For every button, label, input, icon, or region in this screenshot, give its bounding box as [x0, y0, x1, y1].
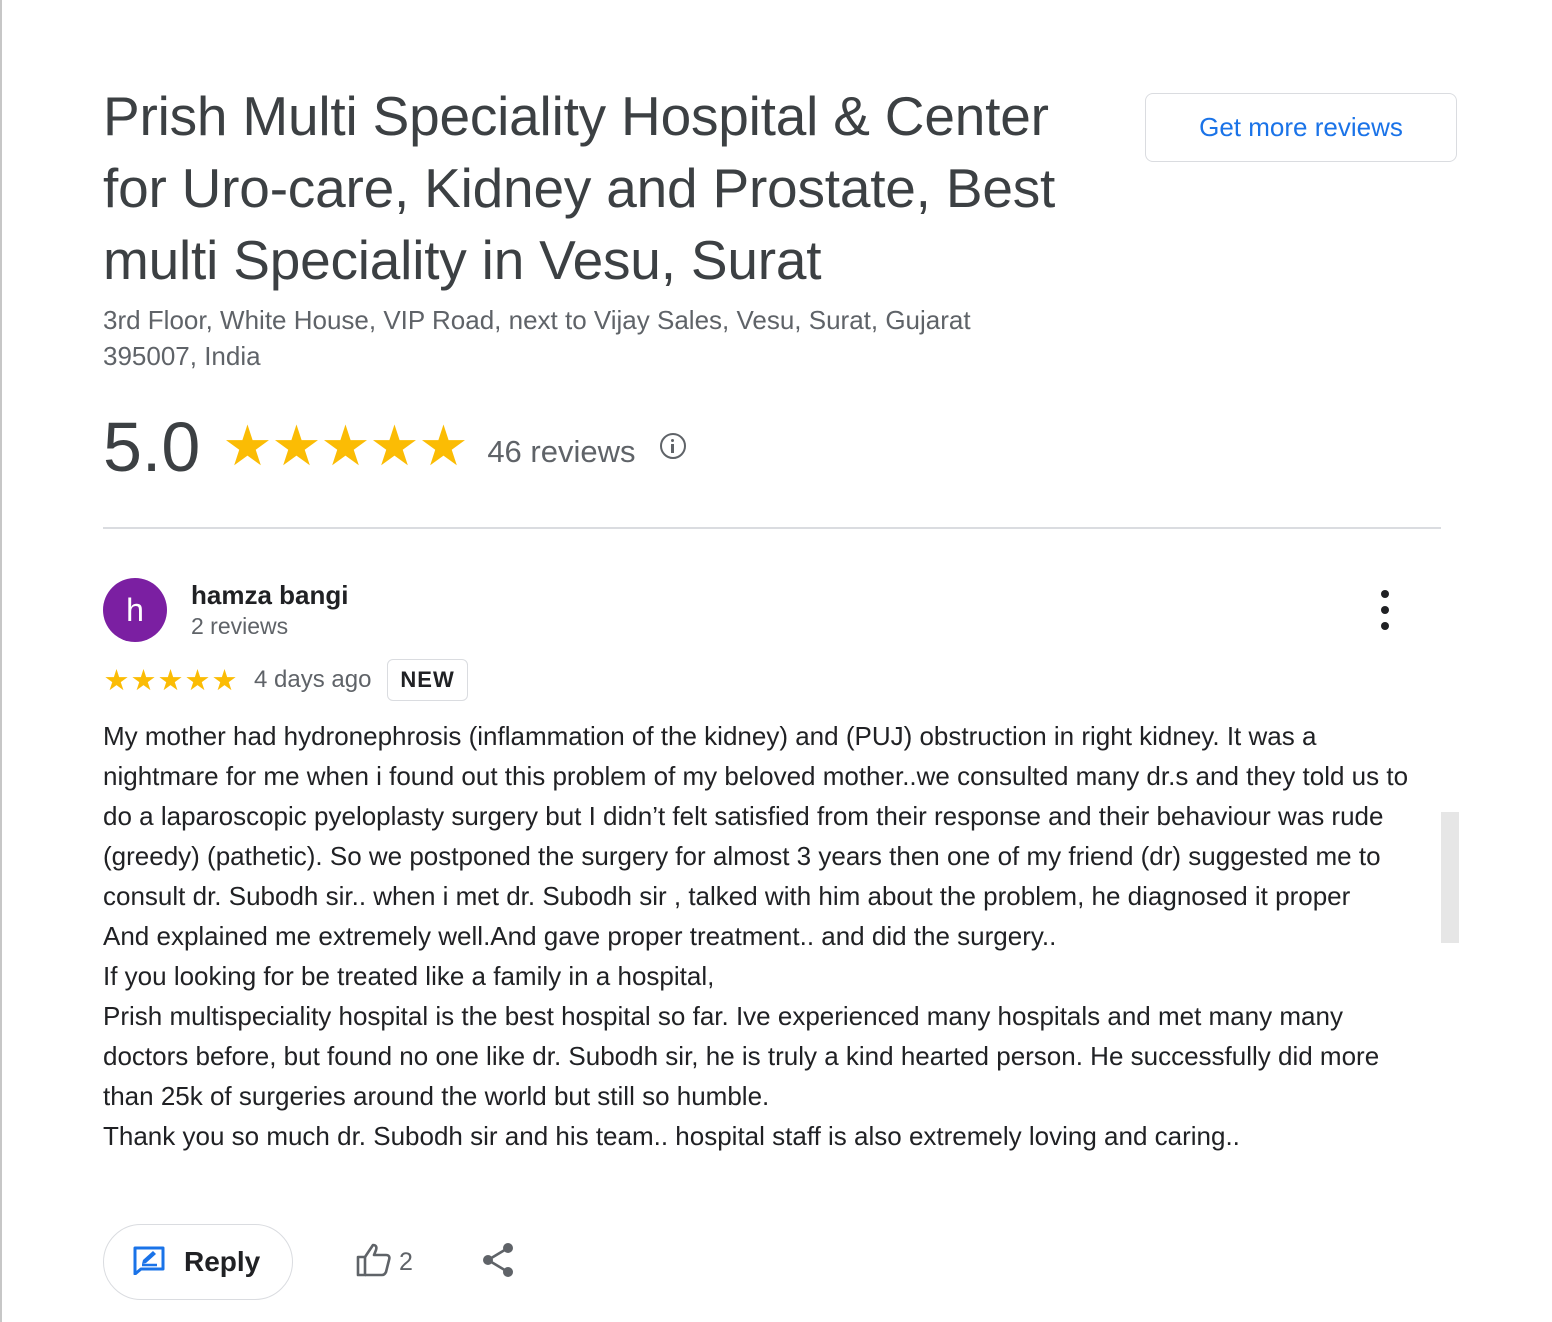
reviewer-row: h hamza bangi 2 reviews — [103, 578, 1423, 642]
like-count: 2 — [399, 1247, 413, 1276]
business-name: Prish Multi Speciality Hospital & Center… — [103, 85, 1056, 291]
review-actions: Reply 2 — [103, 1224, 515, 1300]
reply-label: Reply — [184, 1246, 261, 1277]
business-address: 3rd Floor, White House, VIP Road, next t… — [103, 305, 971, 371]
star-icon: ★ — [369, 414, 420, 479]
review-paragraph: If you looking for be treated like a fam… — [103, 961, 715, 991]
business-header: Prish Multi Speciality Hospital & Center… — [103, 80, 1113, 374]
divider — [103, 527, 1441, 529]
star-icon: ★ — [157, 663, 184, 697]
more-options-icon[interactable] — [1368, 590, 1402, 630]
review-card: h hamza bangi 2 reviews ★ ★ ★ ★ ★ 4 days… — [103, 578, 1423, 1156]
star-icon: ★ — [418, 414, 469, 479]
kebab-dot — [1381, 606, 1389, 614]
share-button[interactable] — [481, 1242, 515, 1283]
star-icon: ★ — [222, 414, 273, 479]
star-icon: ★ — [184, 663, 211, 697]
get-more-reviews-button[interactable]: Get more reviews — [1145, 93, 1457, 162]
star-icon: ★ — [271, 414, 322, 479]
reply-icon — [132, 1245, 166, 1280]
like-button[interactable]: 2 — [355, 1242, 413, 1283]
new-badge: NEW — [387, 659, 468, 701]
review-paragraph: Prish multispeciality hospital is the be… — [103, 1001, 1380, 1111]
info-icon[interactable] — [659, 433, 686, 459]
star-icon: ★ — [103, 663, 130, 697]
review-stars: ★ ★ ★ ★ ★ — [103, 664, 238, 696]
kebab-dot — [1381, 622, 1389, 630]
rating-summary: 5.0 ★ ★ ★ ★ ★ 46 reviews — [103, 402, 686, 492]
reviewer-name[interactable]: hamza bangi — [191, 579, 348, 611]
star-icon: ★ — [130, 663, 157, 697]
star-icon: ★ — [320, 414, 371, 479]
kebab-dot — [1381, 590, 1389, 598]
review-paragraph: And explained me extremely well.And gave… — [103, 921, 1057, 951]
reply-button[interactable]: Reply — [103, 1224, 293, 1300]
reviewer-review-count: 2 reviews — [191, 613, 289, 639]
avatar[interactable]: h — [103, 578, 167, 642]
review-paragraph: My mother had hydronephrosis (inflammati… — [103, 721, 1409, 911]
scrollbar-thumb[interactable] — [1441, 812, 1459, 943]
average-rating: 5.0 — [103, 408, 201, 486]
rating-stars: ★ ★ ★ ★ ★ — [222, 414, 469, 479]
total-reviews-count: 46 reviews — [487, 434, 636, 469]
review-meta: ★ ★ ★ ★ ★ 4 days ago NEW — [103, 658, 1423, 702]
reviewer-info: hamza bangi 2 reviews — [191, 579, 348, 641]
review-text: My mother had hydronephrosis (inflammati… — [103, 716, 1413, 1156]
review-paragraph: Thank you so much dr. Subodh sir and his… — [103, 1121, 1240, 1151]
share-icon — [481, 1242, 515, 1283]
window-edge — [0, 0, 2, 1322]
star-icon: ★ — [211, 663, 238, 697]
thumbs-up-icon — [355, 1242, 393, 1283]
review-date: 4 days ago — [254, 666, 372, 693]
